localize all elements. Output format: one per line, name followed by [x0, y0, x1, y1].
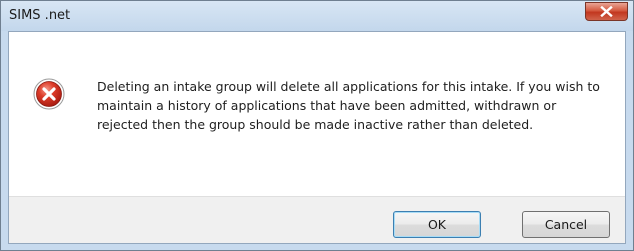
button-bar: OK Cancel [9, 196, 625, 243]
close-button[interactable] [585, 2, 628, 21]
close-icon [600, 6, 613, 17]
window-title: SIMS .net [9, 8, 71, 23]
message-area: Deleting an intake group will delete all… [9, 32, 625, 196]
error-icon [33, 78, 65, 110]
cancel-button[interactable]: Cancel [522, 211, 610, 238]
title-bar[interactable]: SIMS .net [1, 1, 633, 31]
dialog-window: SIMS .net Deleting an intake group will … [0, 0, 634, 251]
dialog-message: Deleting an intake group will delete all… [97, 79, 600, 132]
ok-button[interactable]: OK [393, 211, 481, 238]
dialog-client-area: Deleting an intake group will delete all… [8, 31, 626, 244]
